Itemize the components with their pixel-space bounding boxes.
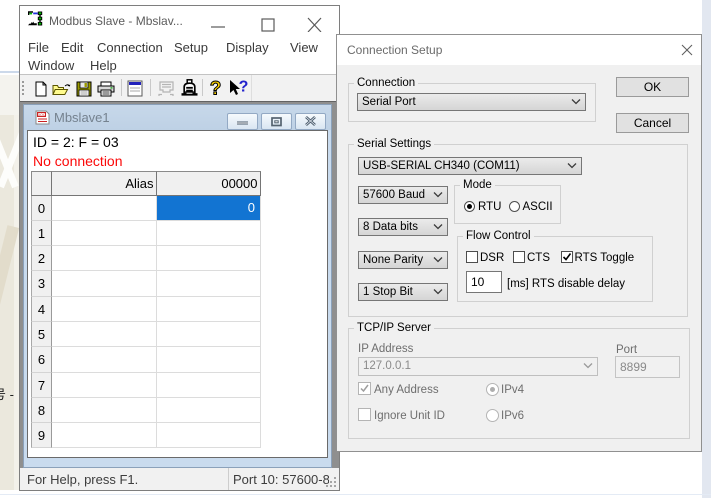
- svg-text:DOC: DOC: [38, 113, 46, 117]
- svg-text:?: ?: [239, 79, 249, 96]
- svg-text:?: ?: [210, 79, 222, 97]
